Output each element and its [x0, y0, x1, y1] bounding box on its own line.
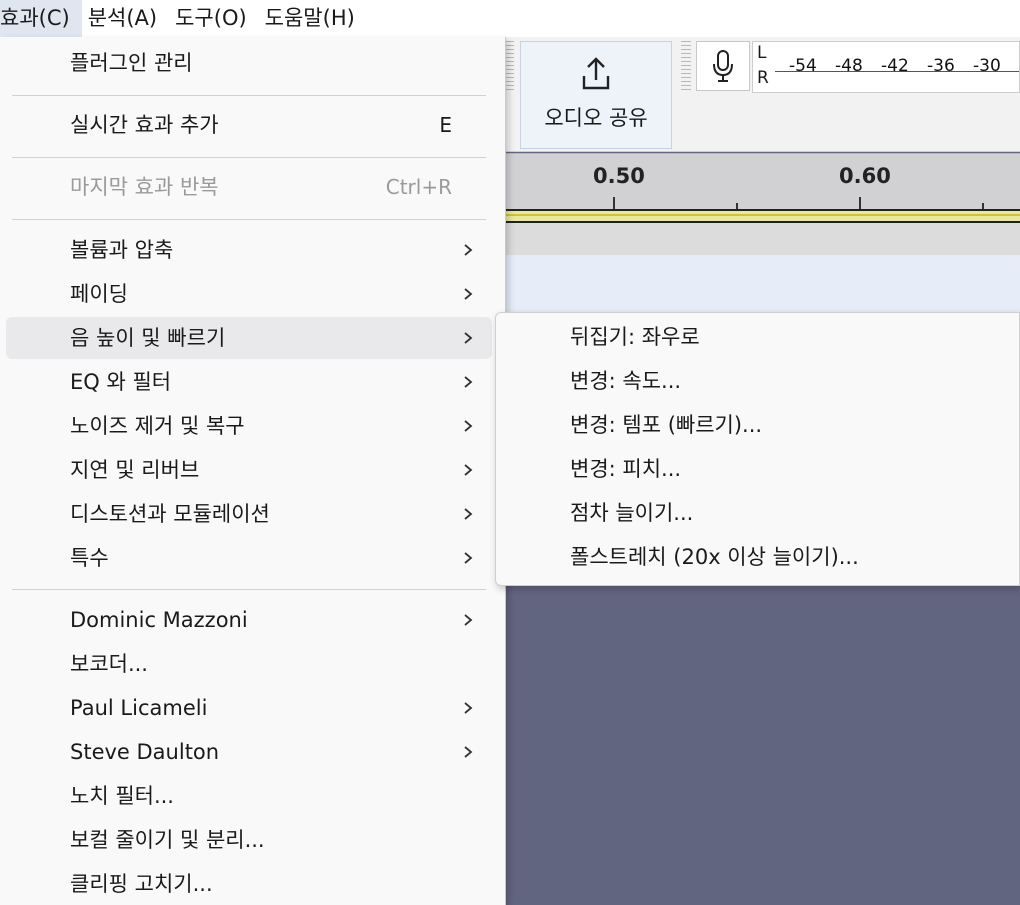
menu-separator — [12, 589, 486, 590]
menu-item-label: 실시간 효과 추가 — [70, 113, 219, 137]
menu-effect[interactable]: 효과(C) — [0, 0, 82, 37]
menu-separator — [12, 157, 486, 158]
menu-item-delay-reverb[interactable]: 지연 및 리버브 — [6, 449, 492, 491]
menu-item-vocal-reduction[interactable]: 보컬 줄이기 및 분리... — [6, 819, 492, 861]
submenu-item-change-pitch[interactable]: 변경: 피치... — [502, 447, 1014, 491]
chevron-right-icon — [464, 420, 473, 432]
meter-tick: -30 — [973, 56, 1001, 76]
share-audio-label: 오디오 공유 — [544, 106, 648, 130]
pitch-tempo-submenu: 뒤집기: 좌우로 변경: 속도... 변경: 템포 (빠르기)... 변경: 피… — [495, 312, 1020, 586]
menu-item-label: 노이즈 제거 및 복구 — [70, 414, 245, 438]
menu-item-paul-licameli[interactable]: Paul Licameli — [6, 687, 492, 729]
menu-tools[interactable]: 도구(O) — [169, 0, 259, 37]
share-audio-button[interactable]: 오디오 공유 — [520, 41, 672, 149]
menu-item-label: EQ 와 필터 — [70, 370, 172, 394]
submenu-item-label: 폴스트레치 (20x 이상 늘이기)... — [570, 545, 859, 569]
chevron-right-icon — [464, 552, 473, 564]
meter-tick: -54 — [789, 56, 817, 76]
meter-channel-left: L — [757, 43, 767, 63]
menu-item-noise-removal[interactable]: 노이즈 제거 및 복구 — [6, 405, 492, 447]
microphone-icon — [713, 50, 733, 82]
menu-item-label: Paul Licameli — [70, 696, 208, 720]
menu-item-label: 마지막 효과 반복 — [70, 175, 219, 199]
chevron-right-icon — [464, 376, 473, 388]
toolbar: 오디오 공유 L R -54 -48 -42 -36 -30 — [500, 37, 1020, 152]
menu-help[interactable]: 도움말(H) — [259, 0, 367, 37]
meter-tick: -36 — [927, 56, 955, 76]
chevron-right-icon — [464, 508, 473, 520]
chevron-right-icon — [464, 702, 473, 714]
menu-bar: 효과(C) 분석(A) 도구(O) 도움말(H) — [0, 0, 1020, 37]
menu-item-label: 보컬 줄이기 및 분리... — [70, 828, 265, 852]
submenu-item-label: 뒤집기: 좌우로 — [570, 325, 700, 349]
menu-item-dominic-mazzoni[interactable]: Dominic Mazzoni — [6, 599, 492, 641]
track-clip-strip[interactable] — [500, 209, 1020, 223]
meter-tick: -48 — [835, 56, 863, 76]
menu-item-label: 볼륨과 압축 — [70, 238, 174, 262]
menu-item-label: Dominic Mazzoni — [70, 608, 248, 632]
submenu-item-reverse[interactable]: 뒤집기: 좌우로 — [502, 315, 1014, 359]
menu-item-label: 지연 및 리버브 — [70, 458, 200, 482]
menu-item-shortcut: Ctrl+R — [385, 175, 452, 199]
submenu-item-change-tempo[interactable]: 변경: 템포 (빠르기)... — [502, 403, 1014, 447]
recording-meter[interactable]: L R -54 -48 -42 -36 -30 — [752, 41, 1020, 93]
ruler-label: 0.60 — [839, 164, 891, 188]
menu-item-vocoder[interactable]: 보코더... — [6, 643, 492, 685]
chevron-right-icon — [464, 614, 473, 626]
menu-item-shortcut: E — [439, 113, 452, 137]
menu-item-volume-compression[interactable]: 볼륨과 압축 — [6, 229, 492, 271]
share-upload-icon — [582, 57, 610, 90]
menu-item-eq-filters[interactable]: EQ 와 필터 — [6, 361, 492, 403]
menu-item-fading[interactable]: 페이딩 — [6, 273, 492, 315]
menu-item-repeat-last-effect: 마지막 효과 반복 Ctrl+R — [6, 166, 492, 208]
menu-item-label: 보코더... — [70, 652, 148, 676]
effect-dropdown-menu: 플러그인 관리 실시간 효과 추가 E 마지막 효과 반복 Ctrl+R 볼륨과… — [0, 37, 506, 905]
chevron-right-icon — [464, 464, 473, 476]
meter-tick: -42 — [881, 56, 909, 76]
menu-item-label: 음 높이 및 빠르기 — [70, 326, 226, 350]
menu-item-special[interactable]: 특수 — [6, 537, 492, 579]
submenu-item-change-speed[interactable]: 변경: 속도... — [502, 359, 1014, 403]
menu-item-label: Steve Daulton — [70, 740, 220, 764]
menu-item-notch-filter[interactable]: 노치 필터... — [6, 775, 492, 817]
record-meter-button[interactable] — [696, 41, 750, 91]
menu-item-clip-fix[interactable]: 클리핑 고치기... — [6, 863, 492, 905]
menu-item-label: 클리핑 고치기... — [70, 872, 213, 896]
chevron-right-icon — [464, 332, 473, 344]
chevron-right-icon — [464, 288, 473, 300]
menu-item-pitch-tempo[interactable]: 음 높이 및 빠르기 — [6, 317, 492, 359]
menu-item-label: 디스토션과 모듈레이션 — [70, 502, 270, 526]
submenu-item-label: 점차 늘이기... — [570, 501, 694, 525]
ruler-tick — [859, 197, 861, 209]
menu-item-label: 페이딩 — [70, 282, 128, 306]
menu-analyze[interactable]: 분석(A) — [82, 0, 169, 37]
toolbar-grip-2[interactable] — [681, 41, 691, 91]
menu-item-add-realtime-effect[interactable]: 실시간 효과 추가 E — [6, 104, 492, 146]
timeline-ruler[interactable]: 0.50 0.60 — [500, 153, 1020, 209]
submenu-item-paulstretch[interactable]: 폴스트레치 (20x 이상 늘이기)... — [502, 535, 1014, 579]
menu-separator — [12, 95, 486, 96]
menu-item-plugin-manager[interactable]: 플러그인 관리 — [6, 42, 492, 84]
menu-item-label: 플러그인 관리 — [70, 51, 193, 75]
meter-channel-right: R — [757, 68, 769, 88]
submenu-item-label: 변경: 템포 (빠르기)... — [570, 413, 763, 437]
submenu-item-label: 변경: 피치... — [570, 457, 682, 481]
menu-item-label: 특수 — [70, 546, 109, 570]
menu-item-label: 노치 필터... — [70, 784, 174, 808]
chevron-right-icon — [464, 244, 473, 256]
menu-separator — [12, 219, 486, 220]
menu-item-steve-daulton[interactable]: Steve Daulton — [6, 731, 492, 773]
submenu-item-sliding-stretch[interactable]: 점차 늘이기... — [502, 491, 1014, 535]
ruler-tick — [613, 197, 615, 209]
ruler-label: 0.50 — [593, 164, 645, 188]
submenu-item-label: 변경: 속도... — [570, 369, 682, 393]
track-gap — [500, 223, 1020, 255]
menu-item-distortion-modulation[interactable]: 디스토션과 모듈레이션 — [6, 493, 492, 535]
chevron-right-icon — [464, 746, 473, 758]
